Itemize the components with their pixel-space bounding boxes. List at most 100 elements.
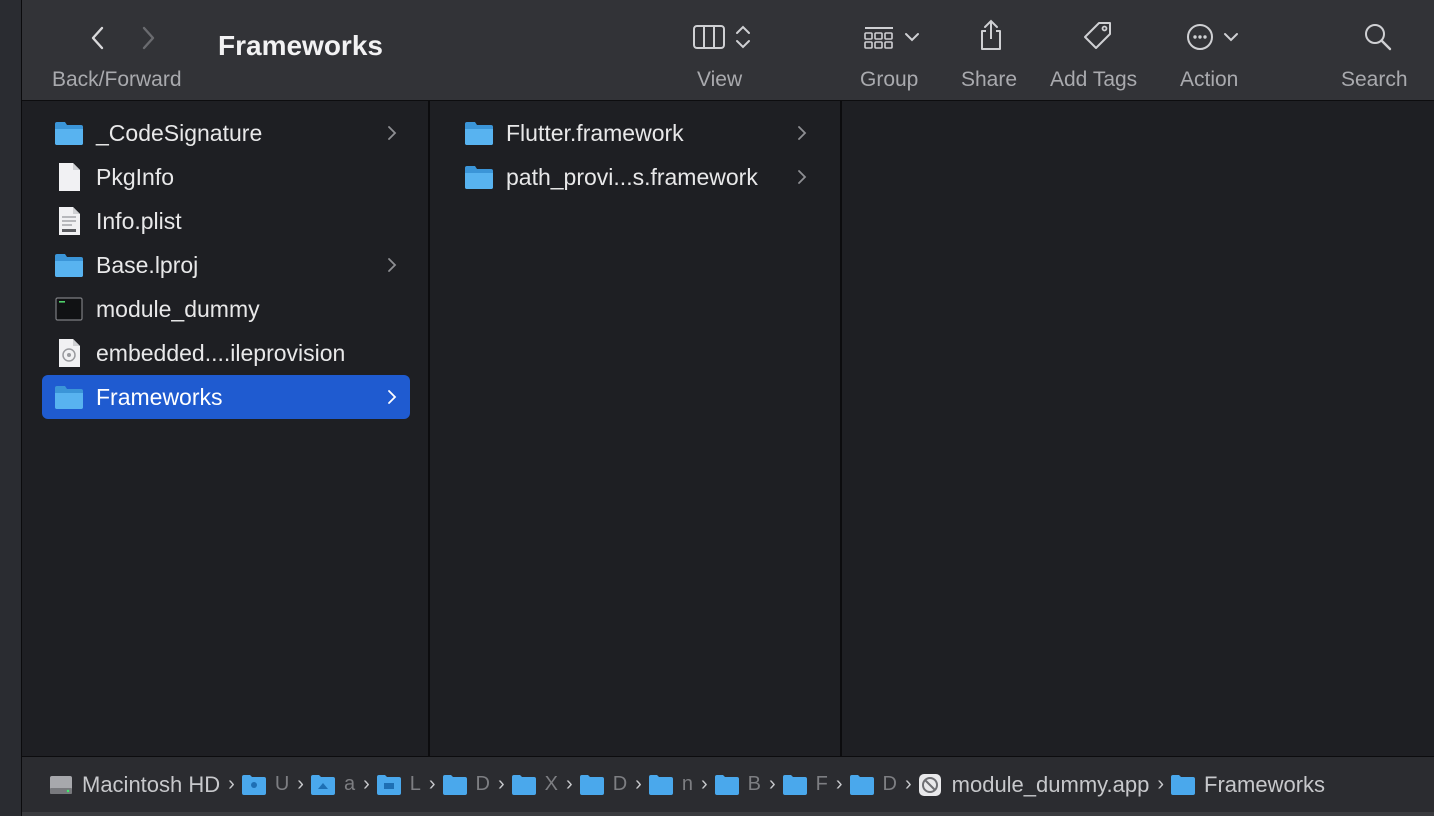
folder-icon <box>54 250 84 280</box>
view-label: View <box>697 68 743 91</box>
finder-window: Back/Forward Frameworks View Group Share… <box>22 0 1434 816</box>
folder-icon <box>54 382 84 412</box>
add-tags-button[interactable] <box>1082 20 1114 52</box>
group-button[interactable] <box>862 22 922 52</box>
path-crumb[interactable]: Frameworks <box>1170 772 1325 798</box>
file-name: PkgInfo <box>96 163 174 190</box>
share-icon <box>981 19 1001 50</box>
file-row[interactable]: PkgInfo <box>42 155 410 199</box>
folder-icon <box>442 773 468 797</box>
forward-button[interactable] <box>130 20 166 56</box>
search-button[interactable] <box>1363 22 1393 52</box>
chevron-left-icon <box>91 26 104 50</box>
view-button[interactable] <box>692 22 754 52</box>
separator-chevron-icon: › <box>363 773 370 795</box>
separator-chevron-icon: › <box>768 773 776 795</box>
separator-chevron-icon: › <box>1157 773 1165 795</box>
hard-drive-icon <box>48 773 74 797</box>
column-2: Flutter.framework path_provi...s.framewo… <box>432 101 842 756</box>
home-folder-icon <box>310 773 336 797</box>
action-button[interactable] <box>1185 22 1241 52</box>
crumb-label: D <box>882 773 897 795</box>
crumb-label: D <box>612 773 628 795</box>
chevron-down-icon <box>1224 33 1238 42</box>
folder-icon <box>714 773 740 797</box>
file-row[interactable]: Info.plist <box>42 199 410 243</box>
file-row[interactable]: Base.lproj <box>42 243 410 287</box>
separator-chevron-icon: › <box>566 773 573 795</box>
chevron-right-icon <box>388 126 397 140</box>
search-label: Search <box>1341 68 1408 91</box>
file-name: _CodeSignature <box>96 119 263 146</box>
chevron-right-icon <box>388 258 397 272</box>
path-crumb[interactable]: a › <box>310 773 370 797</box>
tag-icon <box>1084 22 1111 49</box>
column-view-icon <box>693 25 725 49</box>
path-crumb[interactable]: D › <box>442 773 505 797</box>
back-button[interactable] <box>80 20 116 56</box>
file-row[interactable]: path_provi...s.framework <box>452 155 820 199</box>
users-folder-icon <box>241 773 267 797</box>
folder-icon <box>1170 773 1196 797</box>
chevron-right-icon <box>142 26 155 50</box>
crumb-label: D <box>475 773 490 795</box>
document-icon <box>54 162 84 192</box>
action-label: Action <box>1180 68 1239 91</box>
path-crumb[interactable]: Macintosh HD › <box>48 772 235 798</box>
path-crumb[interactable]: D › <box>849 773 912 797</box>
separator-chevron-icon: › <box>228 773 235 795</box>
window-title: Frameworks <box>218 30 383 61</box>
folder-icon <box>648 773 674 797</box>
column-3 <box>844 101 1434 756</box>
path-crumb[interactable]: F › <box>782 773 843 797</box>
file-row[interactable]: _CodeSignature <box>42 111 410 155</box>
folder-icon <box>579 773 605 797</box>
plist-file-icon <box>54 206 84 236</box>
ellipsis-circle-icon <box>1187 24 1213 50</box>
separator-chevron-icon: › <box>700 773 708 795</box>
path-crumb[interactable]: n › <box>648 773 708 797</box>
share-button[interactable] <box>976 18 1006 52</box>
chevron-down-icon <box>905 33 919 42</box>
back-forward-label: Back/Forward <box>52 68 182 91</box>
path-crumb[interactable]: U › <box>241 773 304 797</box>
group-label: Group <box>860 68 919 91</box>
file-name: Info.plist <box>96 207 182 234</box>
folder-icon <box>464 162 494 192</box>
crumb-label: module_dummy.app <box>951 771 1150 797</box>
path-bar: Macintosh HD › U › a › L › D › X › D › n… <box>22 756 1434 812</box>
crumb-label: Macintosh HD <box>82 771 221 797</box>
toolbar: Back/Forward Frameworks View Group Share… <box>22 0 1434 101</box>
separator-chevron-icon: › <box>297 773 304 795</box>
folder-icon <box>54 118 84 148</box>
path-crumb[interactable]: D › <box>579 773 642 797</box>
share-label: Share <box>961 68 1018 91</box>
path-crumb[interactable]: module_dummy.app › <box>918 772 1164 798</box>
path-crumb[interactable]: L › <box>376 773 436 797</box>
folder-icon <box>849 773 875 797</box>
crumb-label: n <box>681 773 693 795</box>
folder-icon <box>782 773 808 797</box>
file-row[interactable]: Flutter.framework <box>452 111 820 155</box>
file-row-selected[interactable]: Frameworks <box>42 375 410 419</box>
crumb-label: a <box>343 773 356 795</box>
folder-icon <box>511 773 537 797</box>
chevron-right-icon <box>798 170 807 184</box>
grid-group-icon <box>864 27 893 49</box>
file-name: module_dummy <box>96 295 260 322</box>
file-name: path_provi...s.framework <box>506 163 758 190</box>
file-name: Frameworks <box>96 383 223 410</box>
crumb-label: X <box>544 773 559 795</box>
separator-chevron-icon: › <box>835 773 843 795</box>
path-crumb[interactable]: X › <box>511 773 573 797</box>
chevron-right-icon <box>798 126 807 140</box>
app-blocked-icon <box>918 773 944 797</box>
path-crumb[interactable]: B › <box>714 773 776 797</box>
chevron-right-icon <box>388 390 397 404</box>
separator-chevron-icon: › <box>635 773 642 795</box>
separator-chevron-icon: › <box>428 773 436 795</box>
file-row[interactable]: embedded....ileprovision <box>42 331 410 375</box>
crumb-label: L <box>409 773 421 795</box>
provision-file-icon <box>54 338 84 368</box>
file-row[interactable]: module_dummy <box>42 287 410 331</box>
